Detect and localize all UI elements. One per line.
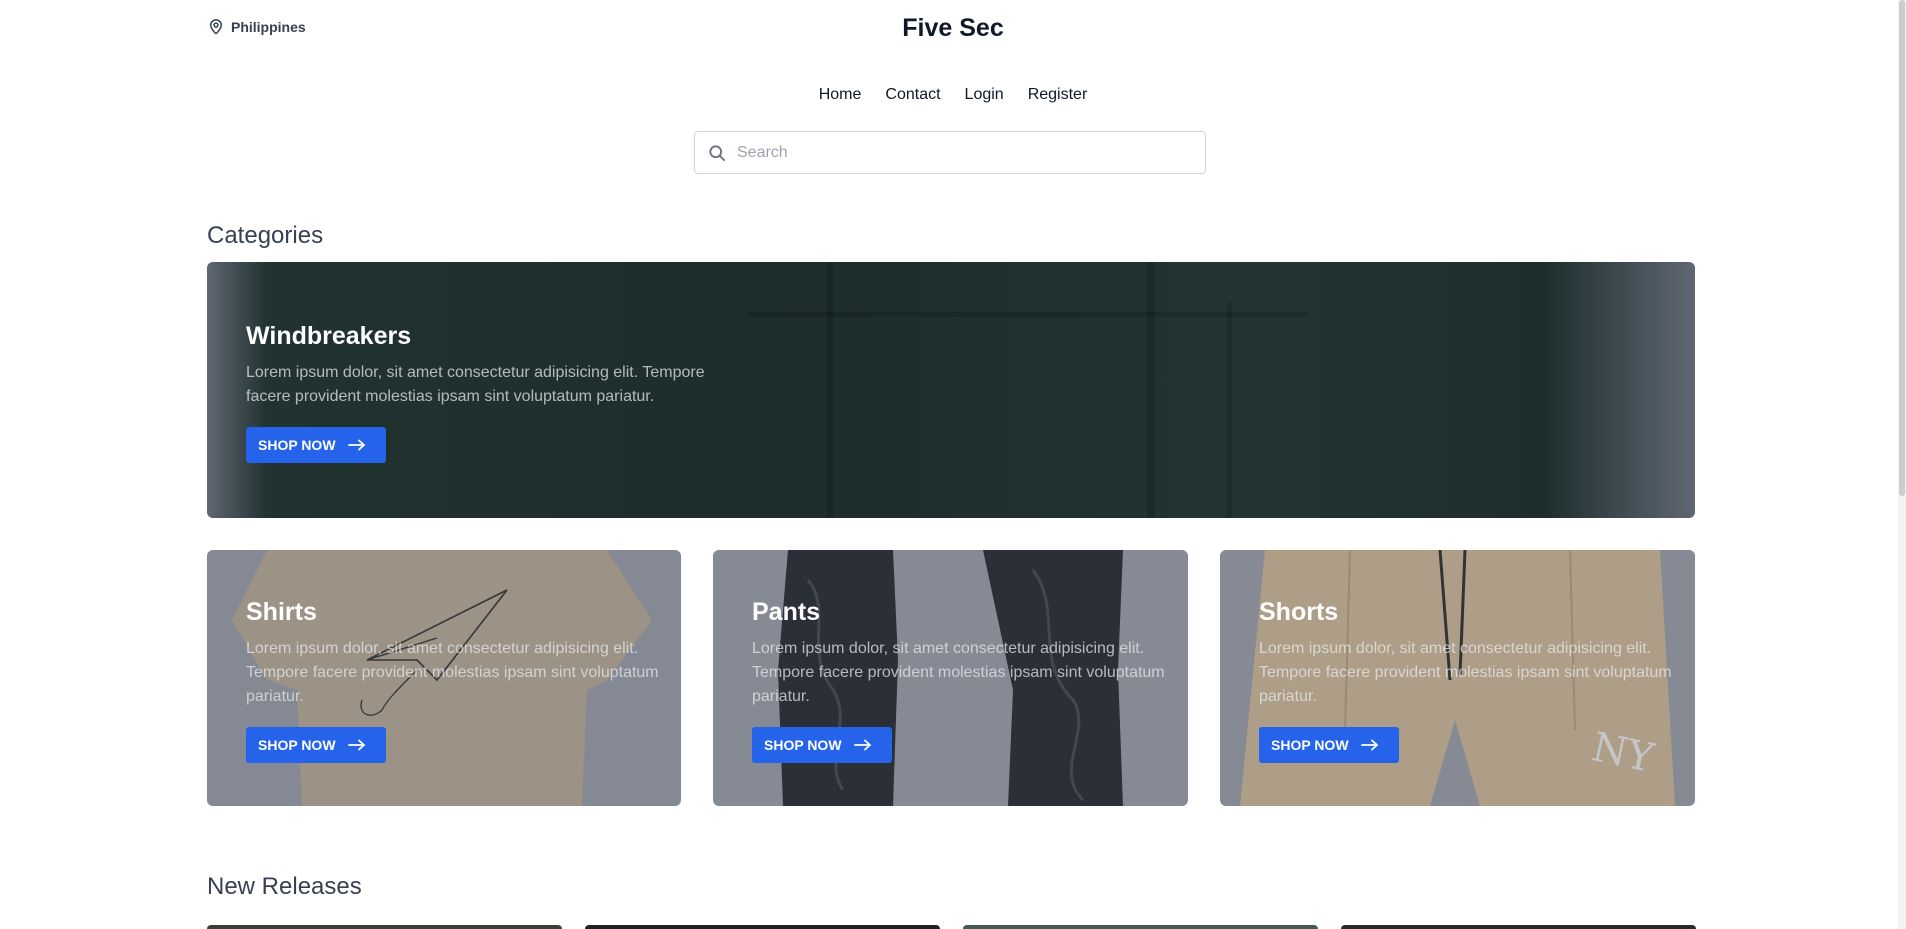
card-content: Pants Lorem ipsum dolor, sit amet consec…	[752, 598, 1172, 763]
category-card-shorts: NY Shorts Lorem ipsum dolor, sit amet co…	[1220, 550, 1695, 806]
top-bar: Philippines Five Sec	[0, 0, 1906, 60]
scrollbar-thumb[interactable]	[1899, 0, 1905, 496]
arrow-right-icon	[347, 739, 365, 751]
category-card-windbreakers: Windbreakers Lorem ipsum dolor, sit amet…	[207, 262, 1695, 518]
nav-register-link[interactable]: Register	[1028, 86, 1088, 104]
arrow-right-icon	[347, 439, 365, 451]
card-title: Shirts	[246, 598, 317, 626]
shop-now-label: SHOP NOW	[258, 437, 336, 453]
card-content: Shorts Lorem ipsum dolor, sit amet conse…	[1259, 598, 1679, 763]
arrow-right-icon	[853, 739, 871, 751]
search-bar	[694, 131, 1206, 174]
card-content: Shirts Lorem ipsum dolor, sit amet conse…	[246, 598, 666, 763]
card-description: Lorem ipsum dolor, sit amet consectetur …	[246, 364, 705, 405]
card-title: Shorts	[1259, 598, 1339, 626]
shop-now-button[interactable]: SHOP NOW	[246, 727, 386, 763]
scrollbar-track[interactable]	[1898, 0, 1906, 929]
card-description: Lorem ipsum dolor, sit amet consectetur …	[752, 640, 1165, 705]
shop-now-button[interactable]: SHOP NOW	[246, 427, 386, 463]
search-input[interactable]	[737, 143, 1177, 162]
categories-heading: Categories	[207, 222, 324, 249]
release-card[interactable]	[207, 925, 562, 929]
card-title: Pants	[752, 598, 821, 626]
card-description: Lorem ipsum dolor, sit amet consectetur …	[1259, 640, 1672, 705]
nav-login-link[interactable]: Login	[965, 86, 1004, 104]
shop-now-label: SHOP NOW	[258, 737, 336, 753]
category-card-pants: Pants Lorem ipsum dolor, sit amet consec…	[713, 550, 1188, 806]
release-card[interactable]	[1341, 925, 1696, 929]
nav-contact-link[interactable]: Contact	[885, 86, 940, 104]
card-content: Windbreakers Lorem ipsum dolor, sit amet…	[246, 322, 736, 463]
arrow-right-icon	[1360, 739, 1378, 751]
site-brand: Five Sec	[0, 14, 1906, 43]
shop-now-label: SHOP NOW	[1271, 737, 1349, 753]
card-title: Windbreakers	[246, 322, 412, 350]
shop-now-button[interactable]: SHOP NOW	[1259, 727, 1399, 763]
release-card[interactable]	[963, 925, 1318, 929]
category-card-shirts: Shirts Lorem ipsum dolor, sit amet conse…	[207, 550, 681, 806]
main-nav: Home Contact Login Register	[0, 86, 1906, 104]
brand-logo-text[interactable]: Five Sec	[902, 14, 1003, 42]
release-card[interactable]	[585, 925, 940, 929]
search-icon	[709, 144, 725, 161]
shop-now-label: SHOP NOW	[764, 737, 842, 753]
new-releases-heading: New Releases	[207, 873, 362, 900]
card-description: Lorem ipsum dolor, sit amet consectetur …	[246, 640, 659, 705]
nav-home-link[interactable]: Home	[819, 86, 862, 104]
shop-now-button[interactable]: SHOP NOW	[752, 727, 892, 763]
